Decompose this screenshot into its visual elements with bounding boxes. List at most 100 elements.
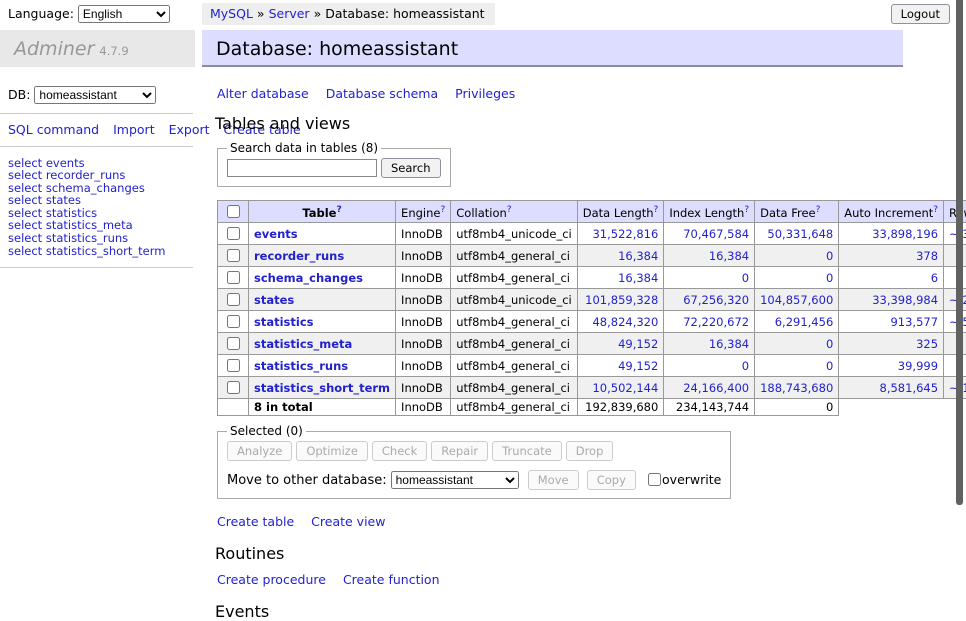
search-button[interactable]: Search [381, 158, 441, 178]
sidebar: Adminer4.7.9 DB:homeassistant SQL comman… [0, 30, 195, 274]
sidebar-item-select-states[interactable]: select states [8, 194, 195, 207]
index-length-cell: 70,467,584 [664, 223, 755, 245]
link-alter-database[interactable]: Alter database [217, 86, 309, 101]
row-checkbox-cell [218, 267, 249, 289]
move-button[interactable]: Move [528, 470, 579, 490]
row-checkbox[interactable] [227, 271, 240, 284]
sidebar-action-sql-command[interactable]: SQL command [8, 122, 99, 137]
breadcrumb-server-link[interactable]: Server [269, 6, 310, 21]
sidebar-divider [0, 267, 193, 268]
collation-cell: utf8mb4_general_ci [451, 333, 578, 355]
link-create-view[interactable]: Create view [311, 514, 385, 529]
sidebar-item-select-statistics-runs[interactable]: select statistics_runs [8, 232, 195, 245]
link-create-procedure[interactable]: Create procedure [217, 572, 326, 587]
overwrite-checkbox[interactable] [648, 473, 661, 486]
copy-button[interactable]: Copy [587, 470, 636, 490]
database-action-links: Alter database Database schema Privileges [217, 86, 903, 101]
row-checkbox[interactable] [227, 227, 240, 240]
data-free-cell: 0 [755, 399, 839, 416]
table-link-recorder-runs[interactable]: recorder_runs [254, 249, 344, 263]
breadcrumb-mysql-link[interactable]: MySQL [210, 6, 253, 21]
index-length-cell: 72,220,672 [664, 311, 755, 333]
data-free-cell: 50,331,648 [755, 223, 839, 245]
select-all-checkbox[interactable] [227, 205, 240, 218]
data-free-cell: 0 [755, 267, 839, 289]
main-content: Database: homeassistant Alter database Da… [202, 30, 903, 621]
vertical-scrollbar[interactable] [956, 0, 963, 505]
row-checkbox-cell [218, 377, 249, 399]
data-length-cell: 49,152 [577, 333, 664, 355]
auto-increment-cell: 378 [839, 245, 944, 267]
data-free-cell: 0 [755, 245, 839, 267]
total-label-cell: 8 in total [249, 399, 396, 416]
data-free-cell: 0 [755, 333, 839, 355]
help-icon[interactable]: ? [507, 205, 512, 215]
page-title: Database: homeassistant [202, 30, 903, 67]
help-icon[interactable]: ? [336, 205, 341, 215]
repair-button[interactable]: Repair [431, 441, 488, 461]
help-icon[interactable]: ? [933, 205, 938, 215]
total-row: 8 in totalInnoDButf8mb4_general_ci192,83… [218, 399, 966, 416]
routines-links: Create procedure Create function [217, 572, 903, 587]
link-privileges[interactable]: Privileges [455, 86, 515, 101]
data-free-cell: 6,291,456 [755, 311, 839, 333]
table-link-schema-changes[interactable]: schema_changes [254, 271, 363, 285]
row-checkbox[interactable] [227, 293, 240, 306]
sidebar-item-select-recorder-runs[interactable]: select recorder_runs [8, 169, 195, 182]
link-database-schema[interactable]: Database schema [326, 86, 438, 101]
routines-heading: Routines [215, 544, 903, 563]
move-db-select[interactable]: homeassistant [391, 471, 519, 489]
language-select[interactable]: English [78, 5, 170, 23]
sidebar-action-import[interactable]: Import [113, 122, 155, 137]
tables-overview-table: Table?Engine?Collation?Data Length?Index… [217, 200, 966, 416]
optimize-button[interactable]: Optimize [296, 441, 368, 461]
data-length-cell: 10,502,144 [577, 377, 664, 399]
row-checkbox[interactable] [227, 359, 240, 372]
row-checkbox[interactable] [227, 315, 240, 328]
column-header-data-length: Data Length? [577, 201, 664, 223]
sidebar-actions: SQL commandImportExportCreate table [8, 121, 183, 139]
db-select[interactable]: homeassistant [34, 86, 156, 104]
engine-cell: InnoDB [396, 267, 451, 289]
link-create-table[interactable]: Create table [217, 514, 294, 529]
auto-increment-cell: 39,999 [839, 355, 944, 377]
engine-cell: InnoDB [396, 245, 451, 267]
help-icon[interactable]: ? [440, 205, 445, 215]
events-heading: Events [215, 602, 903, 621]
table-link-events[interactable]: events [254, 227, 298, 241]
row-checkbox[interactable] [227, 337, 240, 350]
engine-cell: InnoDB [396, 289, 451, 311]
help-icon[interactable]: ? [654, 205, 659, 215]
data-length-cell: 192,839,680 [577, 399, 664, 416]
link-create-function[interactable]: Create function [343, 572, 440, 587]
sidebar-item-select-statistics-short-term[interactable]: select statistics_short_term [8, 245, 195, 258]
table-row: recorder_runsInnoDButf8mb4_general_ci16,… [218, 245, 966, 267]
selected-buttons-row: AnalyzeOptimizeCheckRepairTruncateDrop [227, 441, 721, 461]
engine-cell: InnoDB [396, 333, 451, 355]
data-length-cell: 16,384 [577, 245, 664, 267]
table-link-statistics-short-term[interactable]: statistics_short_term [254, 381, 390, 395]
table-link-statistics-runs[interactable]: statistics_runs [254, 359, 348, 373]
table-header-row: Table?Engine?Collation?Data Length?Index… [218, 201, 966, 223]
row-checkbox[interactable] [227, 249, 240, 262]
table-row: statistics_short_termInnoDButf8mb4_gener… [218, 377, 966, 399]
truncate-button[interactable]: Truncate [492, 441, 562, 461]
help-icon[interactable]: ? [744, 205, 749, 215]
help-icon[interactable]: ? [816, 205, 821, 215]
row-checkbox-cell [218, 355, 249, 377]
drop-button[interactable]: Drop [566, 441, 614, 461]
table-link-statistics[interactable]: statistics [254, 315, 314, 329]
analyze-button[interactable]: Analyze [227, 441, 292, 461]
row-checkbox[interactable] [227, 381, 240, 394]
engine-cell: InnoDB [396, 311, 451, 333]
collation-cell: utf8mb4_unicode_ci [451, 289, 578, 311]
search-input[interactable] [227, 159, 377, 177]
table-link-states[interactable]: states [254, 293, 294, 307]
column-header-collation: Collation? [451, 201, 578, 223]
db-label: DB: [8, 87, 30, 102]
check-button[interactable]: Check [372, 441, 427, 461]
table-row: statisticsInnoDButf8mb4_general_ci48,824… [218, 311, 966, 333]
column-header-auto-increment: Auto Increment? [839, 201, 944, 223]
logout-button[interactable]: Logout [891, 4, 950, 24]
table-link-statistics-meta[interactable]: statistics_meta [254, 337, 352, 351]
